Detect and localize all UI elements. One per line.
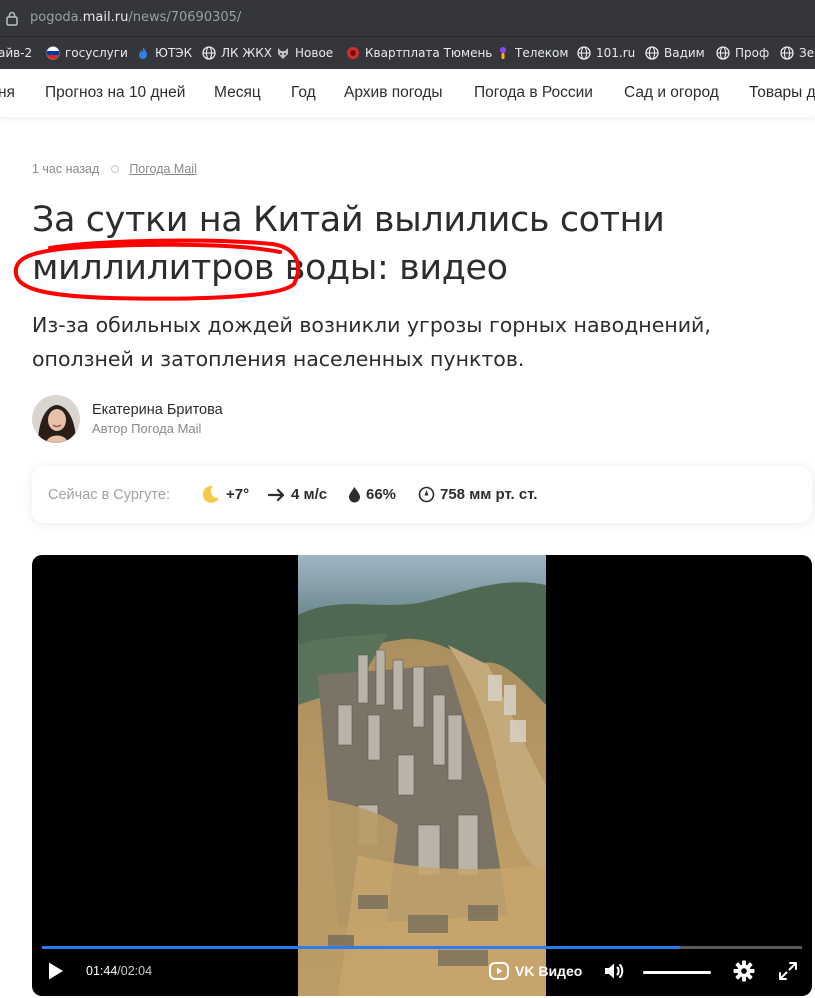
url-text[interactable]: pogoda.mail.ru/news/70690305/	[30, 10, 241, 25]
bookmark-item[interactable]: Вадим	[645, 37, 705, 69]
video-frame-aerial-flood[interactable]	[298, 555, 546, 996]
bookmark-item[interactable]: Зе	[780, 37, 814, 69]
bookmark-label: Новое	[295, 46, 334, 60]
flood-video-image	[298, 555, 546, 996]
lead-line-1: Из-за обильных дождей возникли угрозы го…	[32, 313, 711, 337]
author-block[interactable]: Екатерина Бритова Автор Погода Mail	[32, 395, 223, 443]
gear-icon	[733, 960, 755, 982]
published-time: 1 час назад	[32, 162, 100, 176]
globe-icon	[716, 46, 730, 60]
flame-icon	[139, 47, 147, 59]
vk-video-brand: VK Видео	[515, 963, 583, 979]
address-bar[interactable]: pogoda.mail.ru/news/70690305/	[0, 0, 815, 37]
nav-item-archive[interactable]: Архив погоды	[344, 84, 443, 102]
globe-icon	[645, 46, 659, 60]
author-photo	[32, 395, 80, 443]
vk-video-logo[interactable]: VK Видео	[489, 961, 582, 981]
video-progress-fill	[42, 946, 681, 949]
source-link[interactable]: Погода Mail	[129, 162, 197, 176]
bookmark-label: ЮТЭК	[155, 46, 193, 60]
bookmark-item[interactable]: Новое	[276, 37, 333, 69]
red-circle-icon	[347, 47, 359, 59]
bookmark-item[interactable]: айв-2	[0, 37, 32, 69]
author-role: Автор Погода Mail	[92, 420, 202, 436]
bookmark-label: госуслуги	[65, 46, 128, 60]
moon-icon	[202, 485, 219, 503]
current-weather-bar[interactable]: Сейчас в Сургуте: +7° 4 м/с 66% 758 мм р…	[32, 466, 812, 523]
video-time: 01:44 / 02:04	[86, 964, 152, 978]
fullscreen-button[interactable]	[778, 961, 798, 981]
video-player[interactable]: 01:44 / 02:04 VK Видео	[32, 555, 812, 996]
bookmark-item[interactable]: 101.ru	[577, 37, 635, 69]
volume-slider[interactable]	[643, 971, 711, 974]
pressure-gauge-icon	[418, 486, 435, 503]
globe-icon	[780, 46, 794, 60]
fox-icon	[278, 48, 288, 59]
water-drop-icon	[349, 487, 360, 503]
play-button[interactable]	[47, 961, 65, 981]
bookmark-item[interactable]: Телеком	[496, 37, 568, 69]
current-time: 01:44	[86, 964, 118, 978]
wind-arrow-icon	[268, 488, 285, 501]
nav-item-month[interactable]: Месяц	[214, 84, 261, 102]
vk-video-icon	[489, 962, 509, 980]
article-meta: 1 час назад Погода Mail	[32, 162, 197, 176]
temperature-value: +7°	[226, 486, 250, 503]
settings-button[interactable]	[733, 960, 755, 982]
bookmark-item[interactable]: госуслуги	[46, 37, 128, 69]
url-prefix: pogoda.	[30, 10, 83, 25]
duration: 02:04	[120, 964, 153, 978]
mute-button[interactable]	[603, 961, 627, 981]
bookmark-label: Квартплата Тюмень	[365, 46, 493, 60]
nav-item-russia[interactable]: Погода в России	[474, 84, 593, 102]
bookmark-label: айв-2	[0, 46, 33, 60]
weather-now-label-wrap: Сейчас в Сургуте:	[48, 466, 170, 523]
weather-wind: 4 м/с	[268, 466, 327, 523]
globe-icon	[202, 46, 216, 60]
gosuslugi-icon	[46, 46, 60, 60]
url-domain: mail.ru	[82, 10, 129, 25]
lock-icon[interactable]	[6, 11, 18, 26]
fullscreen-icon	[779, 962, 797, 980]
telecom-icon	[500, 47, 506, 59]
pressure-value: 758 мм рт. ст.	[440, 486, 538, 503]
article-lead: Из-за обильных дождей возникли угрозы го…	[32, 308, 802, 376]
author-name[interactable]: Екатерина Бритова	[92, 401, 223, 420]
title-line-1: За сутки на Китай вылились сотни	[32, 200, 665, 240]
separator-dot-icon	[111, 165, 120, 173]
nav-item-year[interactable]: Год	[291, 84, 316, 102]
volume-slider-fill	[643, 971, 711, 974]
weather-now-label: Сейчас в Сургуте:	[48, 486, 170, 503]
globe-icon	[577, 46, 591, 60]
wind-value: 4 м/с	[291, 486, 328, 503]
bookmark-item[interactable]: ЮТЭК	[136, 37, 192, 69]
bookmark-label: Зе	[799, 46, 815, 60]
nav-item-10-days[interactable]: Прогноз на 10 дней	[45, 84, 185, 102]
bookmark-label: 101.ru	[596, 46, 636, 60]
bookmark-item[interactable]: ЛК ЖКХ	[202, 37, 272, 69]
play-icon	[49, 962, 63, 980]
nav-item-garden[interactable]: Сад и огород	[624, 84, 719, 102]
bookmark-item[interactable]: Проф	[716, 37, 769, 69]
bookmarks-bar: айв-2 госуслуги ЮТЭК ЛК ЖКХ Новое Квартп…	[0, 37, 815, 69]
nav-item-today[interactable]: ня	[0, 84, 15, 102]
bookmark-label: ЛК ЖКХ	[221, 46, 273, 60]
bookmark-label: Проф	[735, 46, 770, 60]
video-progress-bar[interactable]	[42, 946, 802, 949]
title-line-2: миллилитров воды: видео	[32, 248, 508, 288]
bookmark-label: Вадим	[664, 46, 705, 60]
weather-pressure: 758 мм рт. ст.	[418, 466, 537, 523]
article-title: За сутки на Китай вылились сотни миллили…	[32, 196, 802, 292]
weather-temp: +7°	[200, 466, 249, 523]
bookmark-label: Телеком	[515, 46, 569, 60]
volume-icon	[605, 963, 624, 979]
humidity-value: 66%	[366, 486, 397, 503]
url-path: /news/70690305/	[128, 10, 242, 25]
weather-humidity: 66%	[348, 466, 396, 523]
bookmark-item[interactable]: Квартплата Тюмень	[346, 37, 492, 69]
lead-line-2: оползней и затопления населенных пунктов…	[32, 347, 525, 371]
avatar[interactable]	[32, 395, 80, 443]
nav-item-goods[interactable]: Товары д	[749, 84, 815, 102]
site-nav: ня Прогноз на 10 дней Месяц Год Архив по…	[0, 69, 815, 117]
